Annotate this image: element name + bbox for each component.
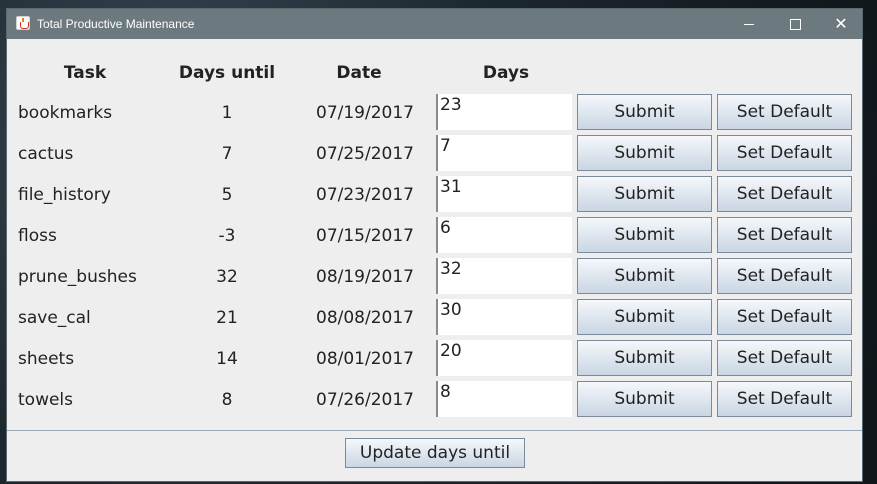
java-app-icon xyxy=(16,16,30,30)
update-days-until-button[interactable]: Update days until xyxy=(345,438,525,468)
set-default-button[interactable]: Set Default xyxy=(717,258,852,294)
set-default-button[interactable]: Set Default xyxy=(717,299,852,335)
close-icon: ✕ xyxy=(834,14,848,33)
days-until-value: 1 xyxy=(221,103,233,123)
days-until-value: 21 xyxy=(216,308,238,328)
maximize-button[interactable] xyxy=(772,9,818,39)
set-default-button[interactable]: Set Default xyxy=(717,217,852,253)
days-input[interactable] xyxy=(436,381,572,417)
submit-button[interactable]: Submit xyxy=(577,217,712,253)
task-name: save_cal xyxy=(18,308,91,328)
header-days: Days xyxy=(482,63,530,83)
set-default-button[interactable]: Set Default xyxy=(717,340,852,376)
minimize-button[interactable] xyxy=(726,9,772,39)
task-row: towels 8 07/26/2017 Submit Set Default xyxy=(7,381,862,417)
due-date: 07/23/2017 xyxy=(316,185,414,205)
submit-button[interactable]: Submit xyxy=(577,176,712,212)
days-until-value: 5 xyxy=(221,185,233,205)
days-input[interactable] xyxy=(436,135,572,171)
days-input[interactable] xyxy=(436,258,572,294)
submit-button[interactable]: Submit xyxy=(577,381,712,417)
task-name: sheets xyxy=(18,349,75,369)
set-default-button[interactable]: Set Default xyxy=(717,381,852,417)
submit-button[interactable]: Submit xyxy=(577,94,712,130)
header-date: Date xyxy=(336,63,382,83)
task-row: cactus 7 07/25/2017 Submit Set Default xyxy=(7,135,862,171)
task-row: prune_bushes 32 08/19/2017 Submit Set De… xyxy=(7,258,862,294)
minimize-icon xyxy=(744,23,754,25)
task-row: bookmarks 1 07/19/2017 Submit Set Defaul… xyxy=(7,94,862,130)
days-input[interactable] xyxy=(436,176,572,212)
maximize-icon xyxy=(789,18,801,30)
header-days-until: Days until xyxy=(178,63,276,83)
set-default-button[interactable]: Set Default xyxy=(717,176,852,212)
window-title: Total Productive Maintenance xyxy=(37,17,195,31)
submit-button[interactable]: Submit xyxy=(577,258,712,294)
due-date: 07/26/2017 xyxy=(316,390,414,410)
due-date: 07/19/2017 xyxy=(316,103,414,123)
days-until-value: 32 xyxy=(216,267,238,287)
task-name: floss xyxy=(18,226,57,246)
due-date: 07/25/2017 xyxy=(316,144,414,164)
task-name: file_history xyxy=(18,185,111,205)
task-row: file_history 5 07/23/2017 Submit Set Def… xyxy=(7,176,862,212)
days-until-value: 8 xyxy=(221,390,233,410)
title-bar[interactable]: Total Productive Maintenance ✕ xyxy=(7,9,862,39)
submit-button[interactable]: Submit xyxy=(577,340,712,376)
header-task: Task xyxy=(63,63,107,83)
submit-button[interactable]: Submit xyxy=(577,299,712,335)
days-input[interactable] xyxy=(436,299,572,335)
days-until-value: 14 xyxy=(216,349,238,369)
days-input[interactable] xyxy=(436,217,572,253)
days-input[interactable] xyxy=(436,94,572,130)
set-default-button[interactable]: Set Default xyxy=(717,94,852,130)
task-row: sheets 14 08/01/2017 Submit Set Default xyxy=(7,340,862,376)
submit-button[interactable]: Submit xyxy=(577,135,712,171)
due-date: 08/19/2017 xyxy=(316,267,414,287)
task-name: towels xyxy=(18,390,74,410)
close-button[interactable]: ✕ xyxy=(818,9,864,39)
app-window: Total Productive Maintenance ✕ Task Days… xyxy=(6,8,863,482)
set-default-button[interactable]: Set Default xyxy=(717,135,852,171)
due-date: 07/15/2017 xyxy=(316,226,414,246)
task-name: prune_bushes xyxy=(18,267,137,287)
footer-divider xyxy=(7,430,862,431)
due-date: 08/01/2017 xyxy=(316,349,414,369)
due-date: 08/08/2017 xyxy=(316,308,414,328)
task-name: bookmarks xyxy=(18,103,113,123)
task-row: floss -3 07/15/2017 Submit Set Default xyxy=(7,217,862,253)
days-until-value: -3 xyxy=(218,226,236,246)
days-input[interactable] xyxy=(436,340,572,376)
task-name: cactus xyxy=(18,144,74,164)
task-row: save_cal 21 08/08/2017 Submit Set Defaul… xyxy=(7,299,862,335)
days-until-value: 7 xyxy=(221,144,233,164)
